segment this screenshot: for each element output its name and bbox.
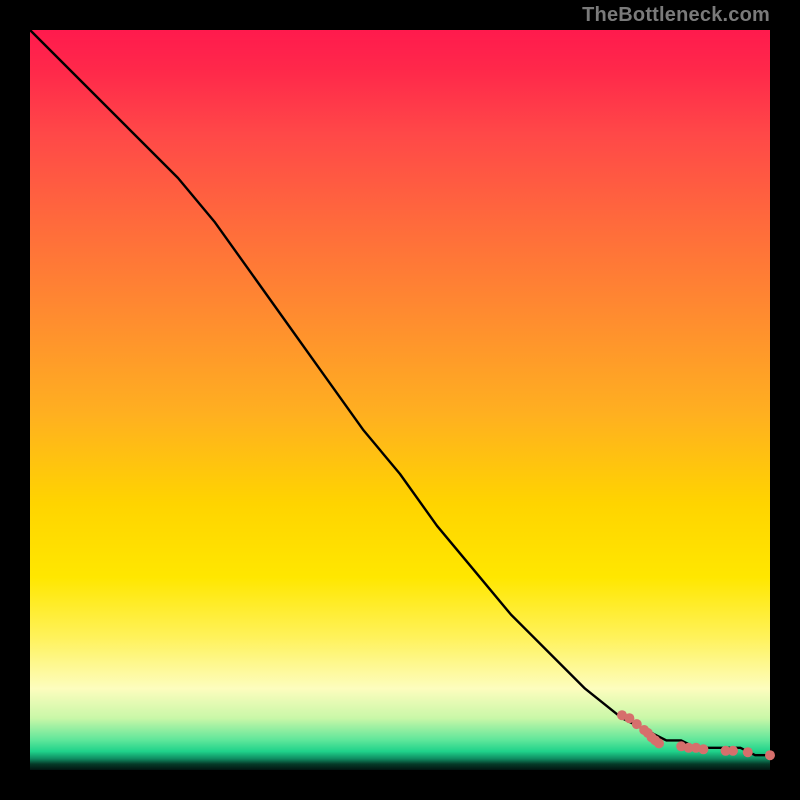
scatter-points — [617, 710, 775, 760]
chart-stage: TheBottleneck.com — [0, 0, 800, 800]
curve-line — [30, 30, 770, 755]
plot-area — [30, 30, 770, 770]
watermark-label: TheBottleneck.com — [582, 4, 770, 27]
chart-svg — [30, 30, 770, 770]
